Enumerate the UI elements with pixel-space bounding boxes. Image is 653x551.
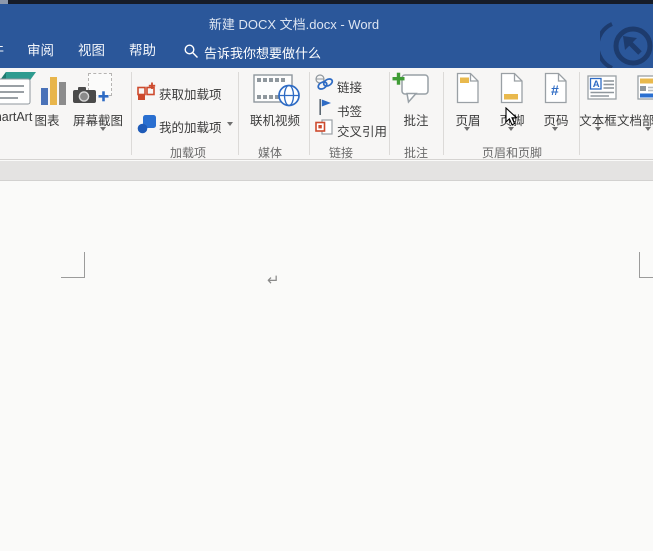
margin-crop-mark-right [639,252,653,278]
group-label-links: 链接 [327,144,355,161]
bookmark-icon[interactable] [318,98,333,116]
footer-icon[interactable] [500,72,524,104]
svg-text:A: A [593,79,600,90]
mouse-cursor-icon [505,107,519,127]
text-box-dropdown-arrow-icon[interactable] [595,127,601,131]
cross-reference-icon[interactable] [315,119,334,136]
window-title: 新建 DOCX 文档.docx - Word [209,14,379,33]
header-dropdown-arrow-icon[interactable] [464,127,470,131]
tab-help[interactable]: 帮助 [129,40,156,62]
page-number-dropdown-arrow-icon[interactable] [552,127,558,131]
document-background-strip [0,161,653,181]
page-number-icon[interactable]: # [544,72,568,104]
smartart-button[interactable]: SmartArt [0,110,32,124]
online-video-button[interactable]: 联机视频 [249,110,301,129]
link-button[interactable]: 链接 [337,77,362,96]
tab-review[interactable]: 审阅 [27,40,54,62]
chart-icon[interactable] [41,77,67,105]
cross-reference-button[interactable]: 交叉引用 [337,121,387,140]
get-addins-button[interactable]: 获取加载项 [159,84,222,103]
link-icon[interactable] [315,74,334,91]
tell-me-search-input[interactable]: 告诉我你想要做什么 [204,43,321,62]
group-divider [309,72,310,155]
group-label-header-footer: 页眉和页脚 [477,144,547,161]
group-label-comments: 批注 [403,144,429,161]
smartart-icon[interactable] [0,70,38,106]
paragraph-mark: ↵ [267,271,280,289]
new-comment-icon[interactable] [392,70,432,108]
bookmark-button[interactable]: 书签 [337,101,362,120]
text-box-icon[interactable]: A [587,75,618,101]
group-divider [238,72,239,155]
footer-dropdown-arrow-icon[interactable] [508,127,514,131]
quick-parts-dropdown-arrow-icon[interactable] [645,127,651,131]
my-addins-button[interactable]: 我的加载项 [159,117,222,136]
group-divider [389,72,390,155]
get-addins-icon[interactable] [137,82,157,101]
search-icon[interactable] [184,44,199,59]
chart-button[interactable]: 图表 [33,110,61,129]
margin-crop-mark-left [61,252,85,278]
tab-mailings-clipped[interactable]: 邮件 [0,40,4,62]
recorder-watermark-icon [600,10,653,70]
camera-icon[interactable] [73,86,109,105]
group-label-addins: 加载项 [168,144,208,161]
my-addins-icon[interactable] [137,114,157,134]
group-divider [131,72,132,155]
header-icon[interactable] [456,72,480,104]
tab-view[interactable]: 视图 [78,40,105,62]
screenshot-dropdown-arrow-icon[interactable] [100,127,106,131]
quick-parts-icon[interactable] [637,75,653,101]
screenshot-button[interactable]: 屏幕截图 [70,110,126,129]
comment-button[interactable]: 批注 [403,110,429,129]
document-page[interactable] [0,182,653,551]
group-divider [443,72,444,155]
online-video-icon[interactable] [253,74,301,107]
word-window: 新建 DOCX 文档.docx - Word 邮件 审阅 视图 帮助 告诉我你想… [0,0,653,551]
group-label-media: 媒体 [256,144,284,161]
svg-text:#: # [551,82,559,98]
my-addins-dropdown-arrow-icon[interactable] [227,122,233,126]
